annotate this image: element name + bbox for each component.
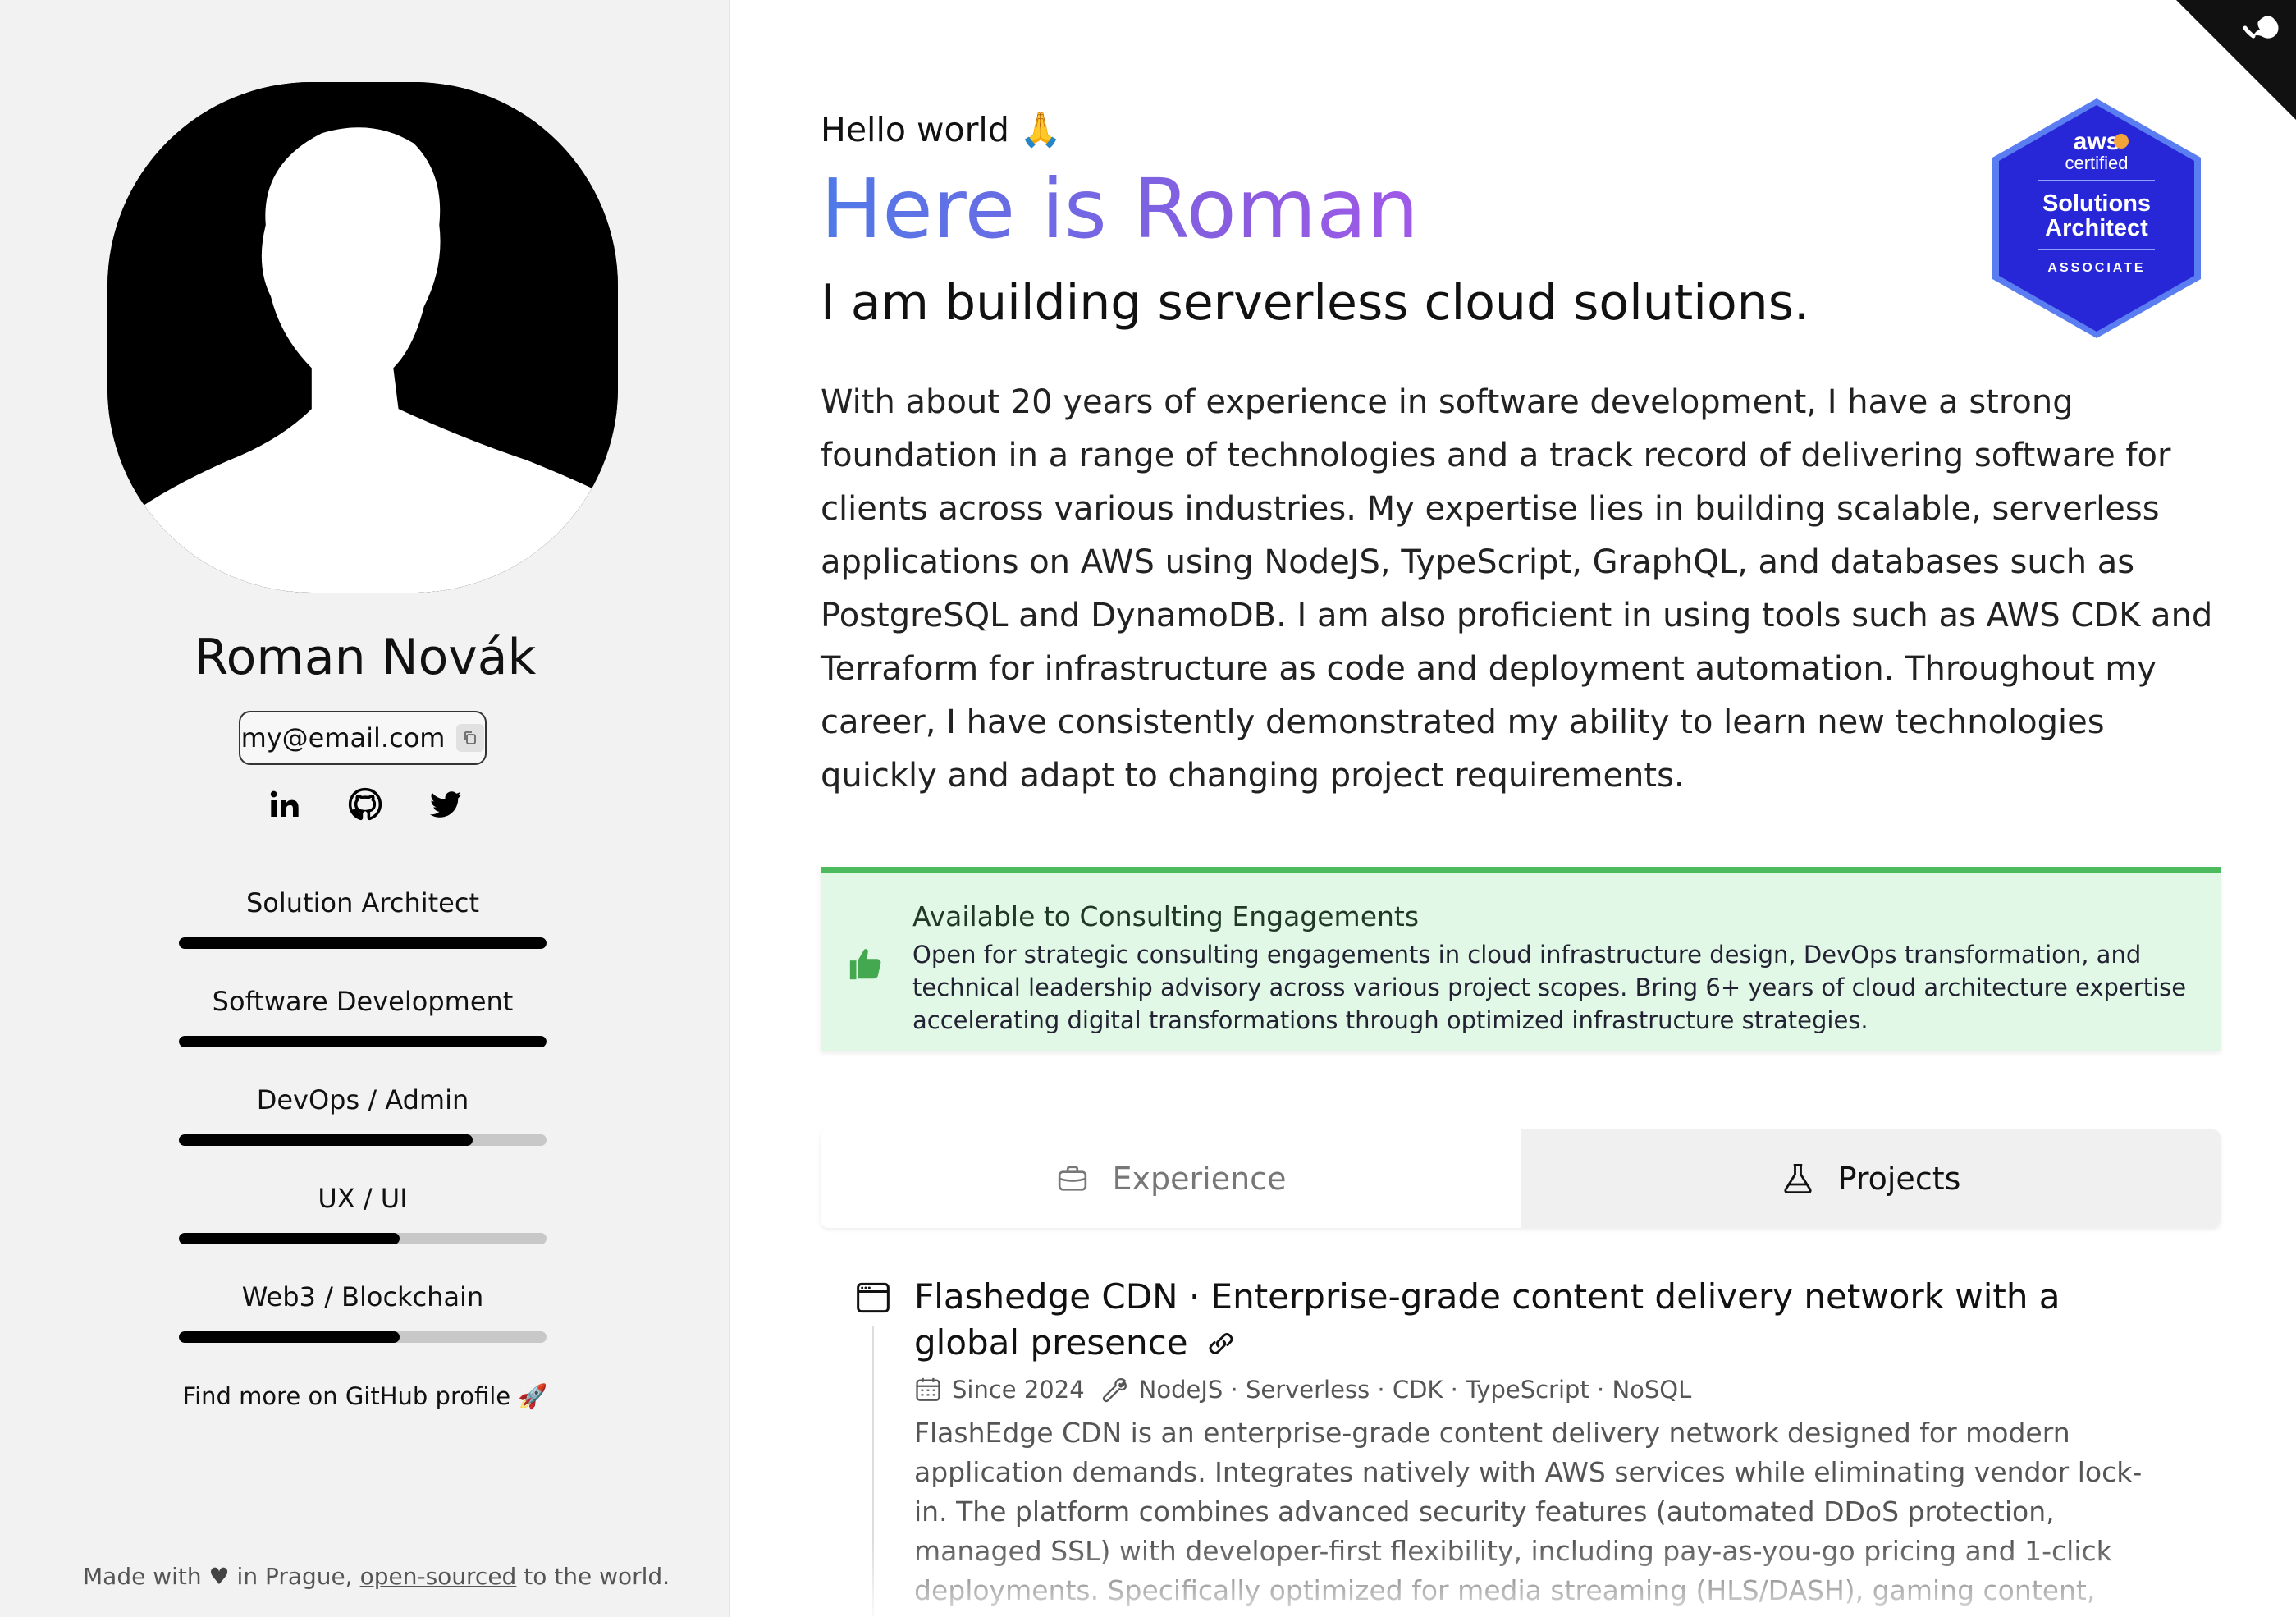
github-profile-link[interactable]: Find more on GitHub profile 🚀 <box>0 1382 730 1411</box>
scroll-fade <box>730 1543 2296 1617</box>
copy-button[interactable] <box>456 724 485 752</box>
skill-item: UX / UI <box>179 1180 547 1279</box>
footer-middle: in Prague, <box>236 1563 353 1590</box>
skill-fill <box>179 1134 473 1146</box>
alert-text: Open for strategic consulting engagement… <box>912 941 2187 1034</box>
badge-check-icon <box>2114 134 2129 149</box>
badge-level: ASSOCIATE <box>2047 261 2145 275</box>
skill-fill <box>179 1233 400 1244</box>
skill-item: Solution Architect <box>179 885 547 983</box>
tagline: I am building serverless cloud solutions… <box>821 274 1810 332</box>
project-meta: Since 2024 NodeJS · Serverless · CDK · T… <box>914 1376 1691 1404</box>
skill-item: Software Development <box>179 983 547 1082</box>
skill-item: DevOps / Admin <box>179 1082 547 1180</box>
project-title[interactable]: Flashedge CDN · Enterprise-grade content… <box>914 1274 2096 1366</box>
copy-icon <box>464 731 477 744</box>
twitter-link[interactable] <box>428 786 464 822</box>
github-icon <box>348 787 382 821</box>
section-tabs: Experience Projects <box>821 1129 2221 1228</box>
skill-label: DevOps / Admin <box>256 1084 469 1115</box>
calendar-icon <box>916 1377 940 1401</box>
social-links <box>0 786 730 822</box>
skill-label: Web3 / Blockchain <box>241 1281 484 1312</box>
footer: Made with ♥ in Prague, open-sourced to t… <box>83 1563 670 1590</box>
skill-label: Solution Architect <box>245 887 479 918</box>
github-link[interactable] <box>347 786 383 822</box>
badge-title-line2: Architect <box>2045 215 2148 241</box>
skill-label: UX / UI <box>318 1183 408 1214</box>
email-field[interactable]: my@email.com <box>239 711 487 765</box>
skill-bar <box>179 1134 547 1146</box>
alert-title: Available to Consulting Engagements <box>912 900 1420 932</box>
tab-experience-label[interactable]: Experience <box>1113 1161 1287 1197</box>
greeting: Hello world 🙏 <box>821 110 1062 149</box>
badge-certified: certified <box>2065 153 2128 173</box>
project-tech: NodeJS · Serverless · CDK · TypeScript ·… <box>1138 1376 1692 1404</box>
open-source-link[interactable]: open-sourced <box>360 1563 517 1590</box>
skill-bar <box>179 1036 547 1047</box>
skill-fill <box>179 937 547 949</box>
availability-alert: Available to Consulting Engagements Open… <box>821 867 2221 1051</box>
project-since: Since 2024 <box>952 1376 1085 1404</box>
browser-window-icon <box>857 1282 890 1313</box>
link-icon[interactable] <box>1205 1328 1237 1359</box>
intro-paragraph: With about 20 years of experience in sof… <box>821 383 2213 795</box>
page-title: Here is Roman <box>821 161 1419 257</box>
footer-suffix: to the world. <box>524 1563 670 1590</box>
tab-projects[interactable]: Projects <box>1521 1129 2221 1228</box>
skill-bar <box>179 937 547 949</box>
sidebar: Roman Novák my@email.com Solution Archit… <box>0 0 730 1617</box>
project-title-text[interactable]: Flashedge CDN · Enterprise-grade content… <box>914 1276 2060 1363</box>
heart-icon: ♥ <box>208 1563 230 1590</box>
tab-experience[interactable]: Experience <box>821 1129 1521 1228</box>
badge-brand: aws <box>2074 128 2120 155</box>
briefcase-icon <box>1058 1166 1086 1191</box>
aws-certification-badge[interactable]: aws certified Solutions Architect ASSOCI… <box>1989 95 2204 341</box>
person-silhouette-icon <box>107 82 618 593</box>
skill-item: Web3 / Blockchain <box>179 1279 547 1377</box>
wrench-icon <box>1102 1378 1127 1403</box>
skill-bar <box>179 1233 547 1244</box>
skill-fill <box>179 1036 547 1047</box>
badge-title-line1: Solutions <box>2042 190 2151 217</box>
tab-projects-label[interactable]: Projects <box>1838 1161 1961 1197</box>
skill-fill <box>179 1331 400 1343</box>
footer-prefix: Made with <box>83 1563 202 1590</box>
github-corner-icon[interactable] <box>2176 0 2296 120</box>
skill-label: Software Development <box>212 986 514 1017</box>
linkedin-link[interactable] <box>267 786 303 822</box>
skill-bar <box>179 1331 547 1343</box>
profile-name: Roman Novák <box>194 629 537 686</box>
avatar <box>107 82 618 593</box>
flask-icon <box>1784 1163 1812 1194</box>
linkedin-icon <box>270 790 299 817</box>
twitter-icon <box>429 791 462 818</box>
skills-list: Solution Architect Software Development … <box>179 885 547 1377</box>
email-text[interactable]: my@email.com <box>241 722 446 754</box>
thumbs-up-icon <box>849 949 881 980</box>
